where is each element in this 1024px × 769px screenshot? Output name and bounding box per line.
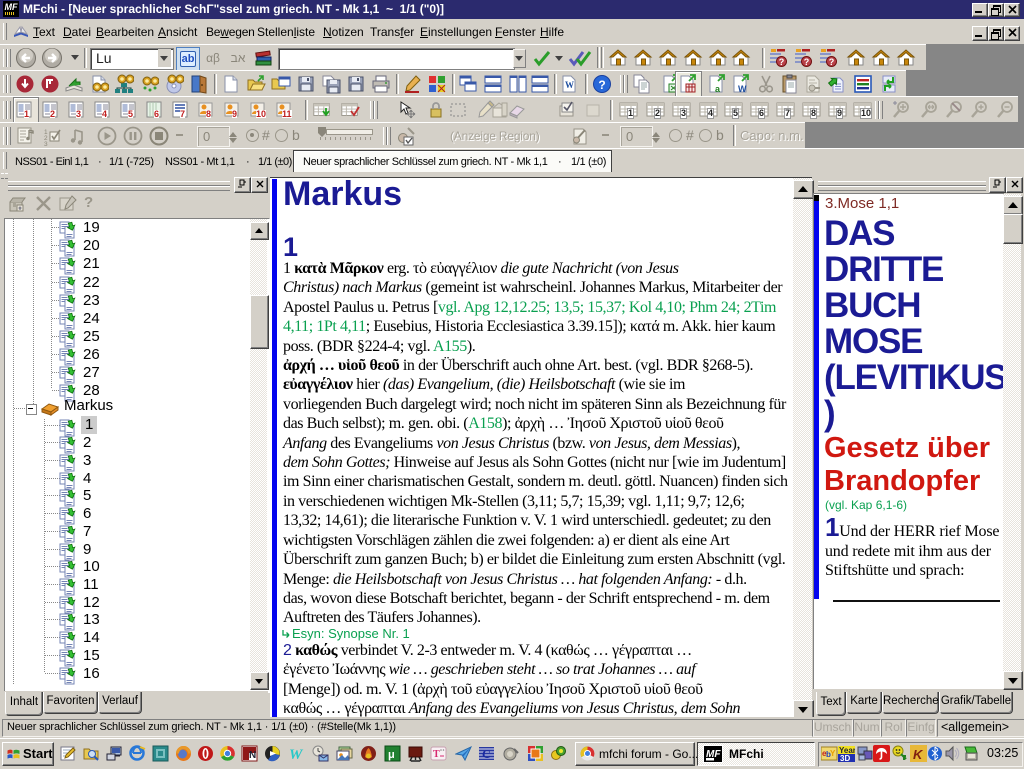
svg-text:C: C [482,747,491,761]
svg-text:W: W [289,747,304,762]
svg-text:3D: 3D [840,754,850,762]
svg-text:W: W [738,84,747,94]
svg-text:K: K [913,747,924,762]
svg-text:μ: μ [388,749,395,761]
svg-text:Y: Y [830,749,836,758]
svg-text:T: T [433,749,440,760]
svg-text:N: N [249,750,256,761]
